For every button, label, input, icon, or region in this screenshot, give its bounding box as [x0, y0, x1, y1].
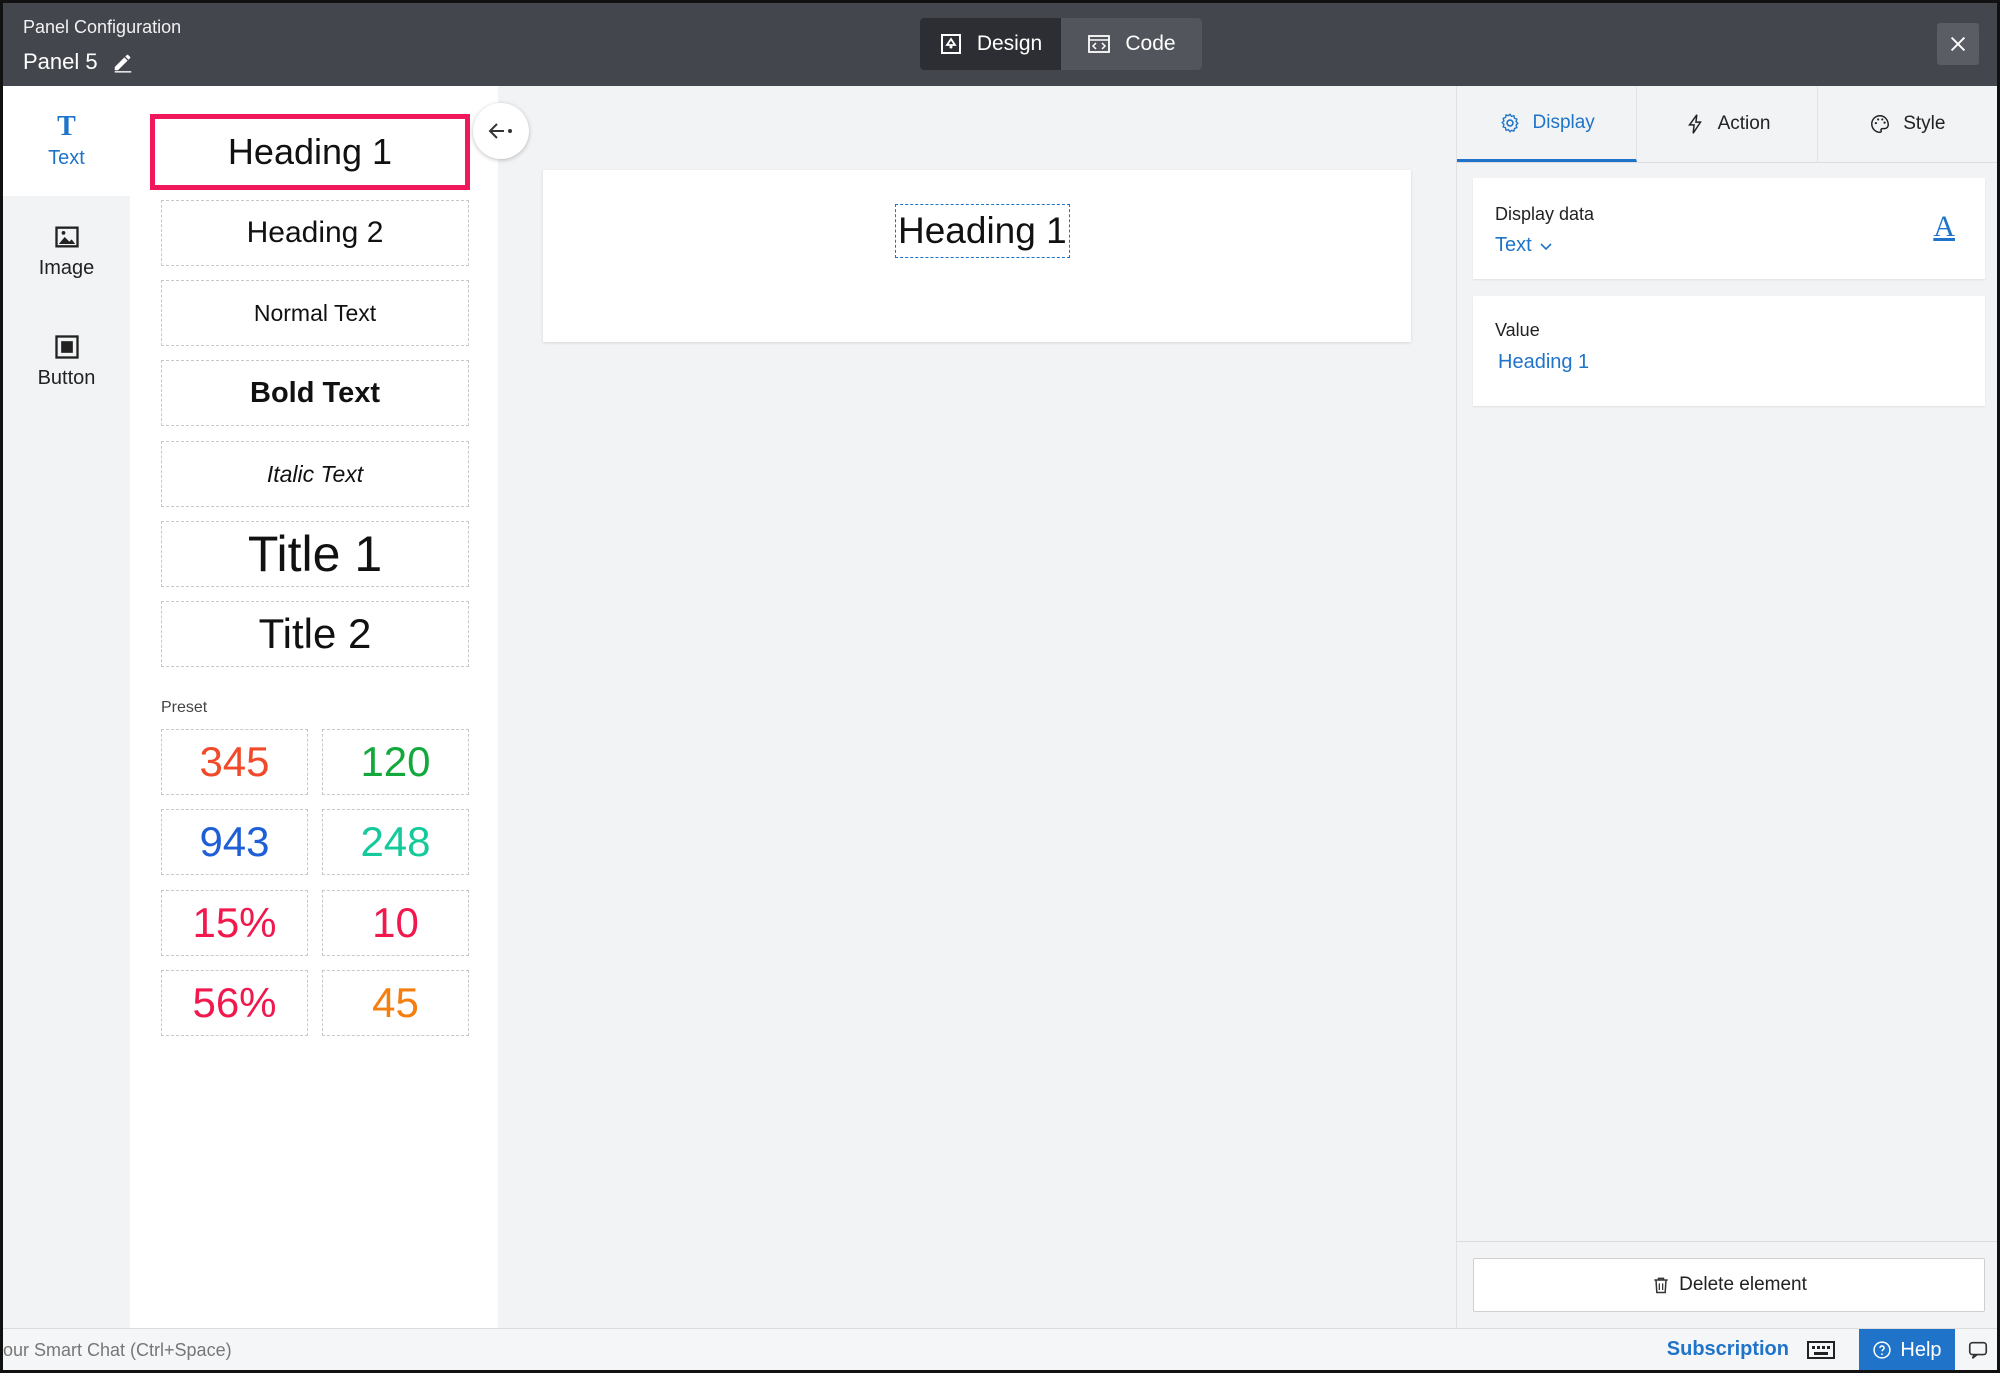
rail-item-text[interactable]: T Text [3, 86, 130, 196]
display-data-card: Display data Text A [1473, 178, 1985, 279]
rail-item-button-label: Button [37, 366, 96, 389]
gear-icon [1500, 112, 1519, 133]
canvas-heading-element[interactable]: Heading 1 [895, 204, 1070, 258]
smart-chat-hint[interactable]: our Smart Chat (Ctrl+Space) [3, 1340, 232, 1361]
code-mode-button[interactable]: Code [1061, 18, 1202, 70]
design-canvas-card: Heading 1 [543, 170, 1411, 342]
help-icon [1873, 1341, 1892, 1359]
mode-toggle: Design Code [920, 18, 1202, 70]
bottom-status-bar: our Smart Chat (Ctrl+Space) Subscription… [3, 1328, 1997, 1370]
component-normal-text[interactable]: Normal Text [161, 280, 469, 346]
collapse-panel-button[interactable] [473, 103, 529, 159]
preset-tile[interactable]: 345 [161, 729, 308, 795]
text-icon: T [57, 110, 76, 142]
font-format-icon[interactable]: A [1933, 210, 1955, 244]
value-field[interactable]: Heading 1 [1498, 351, 1589, 374]
subscription-link[interactable]: Subscription [1667, 1338, 1789, 1361]
code-mode-label: Code [1125, 32, 1176, 55]
component-title-1[interactable]: Title 1 [161, 521, 469, 587]
help-button[interactable]: Help [1859, 1329, 1955, 1370]
component-heading-2[interactable]: Heading 2 [161, 200, 469, 266]
rail-item-text-label: Text [48, 146, 85, 169]
close-icon [1950, 36, 1966, 52]
design-mode-button[interactable]: Design [920, 18, 1061, 70]
component-title-2[interactable]: Title 2 [161, 601, 469, 667]
tab-display-label: Display [1532, 111, 1595, 133]
panel-name-text: Panel 5 [23, 49, 98, 74]
rail-item-image-label: Image [38, 256, 95, 279]
preset-tile[interactable]: 120 [322, 729, 469, 795]
display-data-select[interactable]: Text [1495, 234, 1554, 257]
chat-bubble-icon[interactable] [1967, 1339, 1989, 1361]
header-bar: Panel Configuration Panel 5 Design Code [3, 3, 1997, 86]
bolt-icon [1687, 114, 1702, 134]
tab-action-label: Action [1717, 113, 1771, 134]
delete-element-label: Delete element [1679, 1274, 1807, 1295]
help-label: Help [1900, 1338, 1942, 1361]
code-icon [1088, 35, 1111, 53]
component-italic-text[interactable]: Italic Text [161, 441, 469, 507]
arrow-left-icon [488, 123, 512, 139]
panel-divider [1457, 1241, 1997, 1242]
preset-tile[interactable]: 943 [161, 809, 308, 875]
component-list: Heading 1 Heading 2 Normal Text Bold Tex… [130, 86, 498, 1328]
display-data-value: Text [1495, 234, 1532, 256]
tab-action[interactable]: Action [1637, 86, 1818, 162]
app-frame: Panel Configuration Panel 5 Design Code … [0, 0, 2000, 1373]
value-card: Value Heading 1 [1473, 296, 1985, 406]
tab-style-label: Style [1903, 113, 1946, 134]
close-button[interactable] [1937, 23, 1979, 65]
trash-icon [1654, 1277, 1668, 1294]
tab-display[interactable]: Display [1457, 86, 1638, 162]
rail-item-image[interactable]: Image [3, 196, 130, 306]
properties-tabs: Display Action Style [1457, 86, 1997, 163]
preset-tile[interactable]: 10 [322, 890, 469, 956]
preset-tile[interactable]: 45 [322, 970, 469, 1036]
preset-tile[interactable]: 56% [161, 970, 308, 1036]
display-data-label: Display data [1495, 204, 1595, 224]
keyboard-icon[interactable] [1807, 1341, 1835, 1359]
tab-style[interactable]: Style [1818, 86, 1997, 162]
design-mode-label: Design [976, 32, 1043, 55]
image-icon [54, 226, 79, 247]
panel-config-subtitle: Panel Configuration [23, 17, 182, 37]
design-icon [940, 34, 961, 54]
value-label: Value [1495, 320, 1540, 340]
chevron-down-icon [1540, 242, 1552, 250]
component-bold-text[interactable]: Bold Text [161, 360, 469, 426]
panel-name: Panel 5 [23, 49, 134, 75]
element-type-rail: T Text Image Button [3, 86, 130, 1328]
preset-tile[interactable]: 248 [322, 809, 469, 875]
delete-element-button[interactable]: Delete element [1473, 1258, 1985, 1312]
pencil-icon[interactable] [112, 51, 134, 73]
rail-item-button[interactable]: Button [3, 306, 130, 416]
button-icon [54, 334, 79, 359]
properties-panel: Display Action Style Display data Text A… [1456, 86, 1997, 1328]
preset-tile[interactable]: 15% [161, 890, 308, 956]
palette-icon [1871, 115, 1890, 133]
preset-label: Preset [161, 699, 208, 716]
component-heading-1[interactable]: Heading 1 [150, 114, 470, 190]
